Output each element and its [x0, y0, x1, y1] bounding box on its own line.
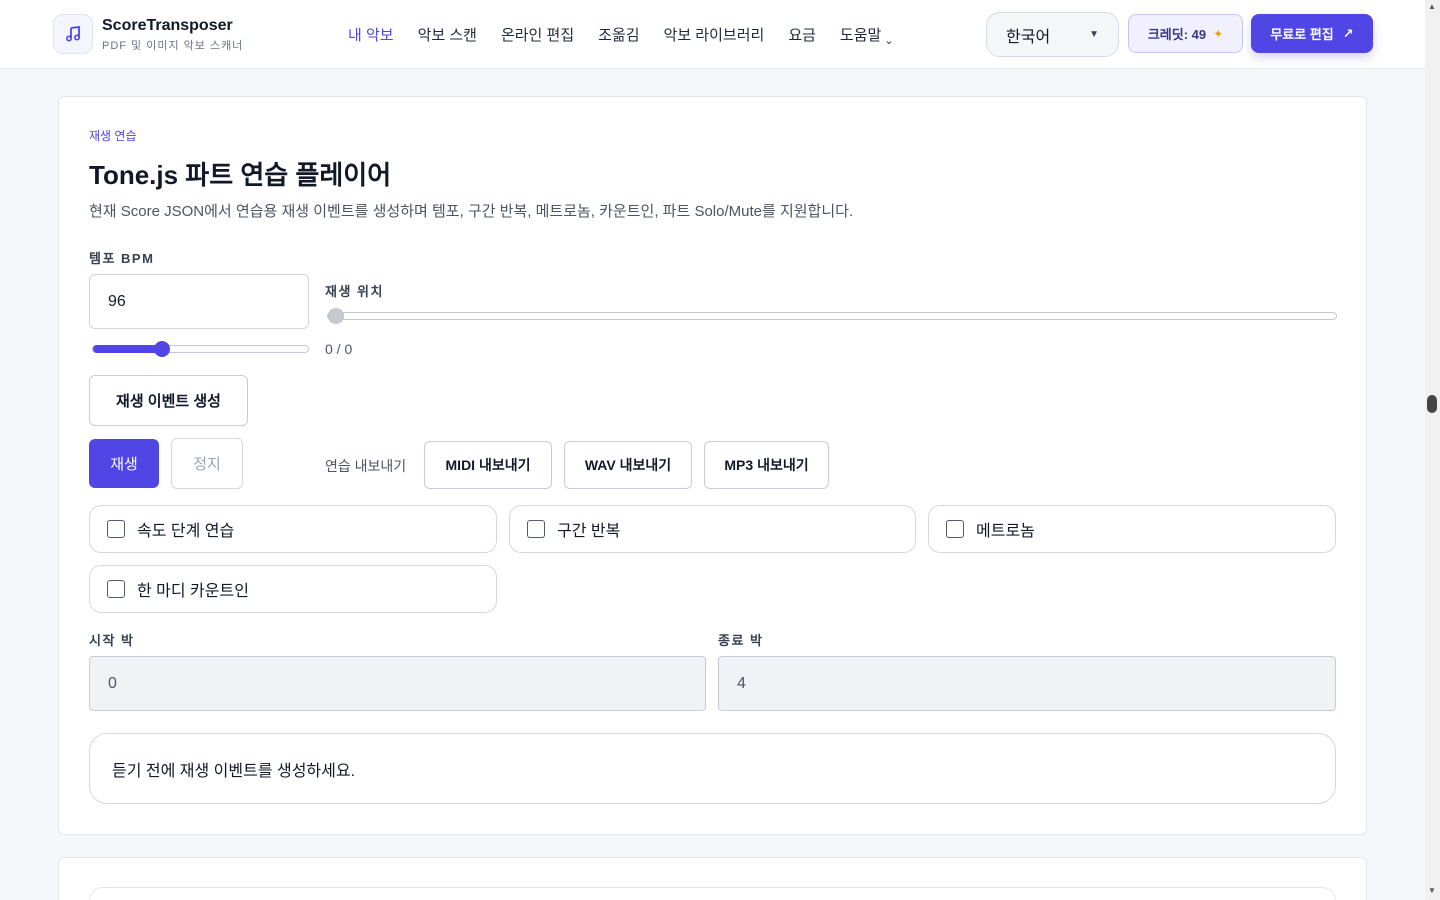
nav-scan[interactable]: 악보 스캔 [418, 24, 477, 45]
nav-help[interactable]: 도움말 ⌄ [839, 24, 894, 47]
start-beat-input[interactable]: 0 [89, 656, 706, 711]
export-label: 연습 내보내기 [325, 458, 407, 474]
count-in-checkbox[interactable] [107, 580, 125, 598]
section-title: Tone.js 파트 연습 플레이어 [89, 160, 392, 190]
play-button[interactable]: 재생 [89, 439, 159, 488]
start-beat-label: 시작 박 [89, 633, 135, 648]
position-slider[interactable] [327, 308, 1337, 324]
scroll-down-arrow-icon[interactable]: ▼ [1428, 886, 1436, 895]
tempo-label: 템포 BPM [89, 251, 155, 266]
tempo-input[interactable]: 96 [89, 274, 309, 329]
nav-help-label: 도움말 [839, 27, 882, 44]
sparkle-icon: ✦ [1213, 26, 1224, 41]
tempo-slider-fill [93, 345, 163, 353]
language-value: 한국어 [1006, 28, 1051, 46]
brand-tagline: PDF 및 이미지 악보 스캐너 [102, 40, 244, 52]
logo-icon[interactable] [53, 14, 93, 54]
credits-label: 크레딧: 49 [1147, 27, 1207, 42]
stop-button[interactable]: 정지 [171, 438, 243, 489]
scrollbar-thumb[interactable] [1427, 395, 1437, 413]
loop-label: 구간 반복 [557, 523, 621, 540]
export-mp3-button[interactable]: MP3 내보내기 [704, 441, 829, 489]
section-eyebrow: 재생 연습 [89, 129, 137, 143]
nav-transpose[interactable]: 조옮김 [598, 24, 639, 45]
position-slider-thumb[interactable] [328, 308, 344, 324]
chevron-down-icon: ⌄ [884, 35, 894, 47]
export-wav-button[interactable]: WAV 내보내기 [564, 441, 692, 489]
credits-button[interactable]: 크레딧: 49 ✦ [1128, 14, 1243, 53]
chevron-down-icon: ▼ [1089, 29, 1099, 40]
status-message: 듣기 전에 재생 이벤트를 생성하세요. [89, 733, 1336, 804]
tempo-slider[interactable] [92, 341, 309, 357]
speed-steps-label: 속도 단계 연습 [137, 523, 235, 540]
free-edit-label: 무료로 편집 [1270, 27, 1334, 42]
position-counter: 0 / 0 [325, 341, 353, 357]
option-count-in[interactable]: 한 마디 카운트인 [89, 565, 497, 613]
next-section-inner [89, 887, 1336, 900]
music-note-icon [65, 25, 81, 42]
end-beat-label: 종료 박 [718, 633, 764, 648]
speed-steps-checkbox[interactable] [107, 520, 125, 538]
option-speed-steps[interactable]: 속도 단계 연습 [89, 505, 497, 553]
free-edit-button[interactable]: 무료로 편집 ↗ [1251, 14, 1373, 53]
option-metronome[interactable]: 메트로놈 [928, 505, 1336, 553]
count-in-label: 한 마디 카운트인 [137, 583, 249, 600]
generate-events-button[interactable]: 재생 이벤트 생성 [89, 375, 248, 426]
metronome-checkbox[interactable] [946, 520, 964, 538]
option-loop[interactable]: 구간 반복 [509, 505, 916, 553]
end-beat-input[interactable]: 4 [718, 656, 1336, 711]
position-label: 재생 위치 [325, 284, 384, 299]
language-select[interactable]: 한국어 ▼ [986, 12, 1119, 57]
page-scrollbar[interactable] [1425, 0, 1440, 900]
metronome-label: 메트로놈 [976, 523, 1035, 540]
scroll-up-arrow-icon[interactable]: ▲ [1428, 2, 1436, 11]
section-description: 현재 Score JSON에서 연습용 재생 이벤트를 생성하며 템포, 구간 … [89, 203, 854, 220]
brand-name[interactable]: ScoreTransposer [102, 17, 233, 35]
nav-library[interactable]: 악보 라이브러리 [664, 24, 765, 45]
external-arrow-icon: ↗ [1342, 25, 1354, 41]
top-header: ScoreTransposer PDF 및 이미지 악보 스캐너 내 악보 악보… [0, 0, 1425, 69]
loop-checkbox[interactable] [527, 520, 545, 538]
main-nav: 내 악보 악보 스캔 온라인 편집 조옮김 악보 라이브러리 요금 도움말 ⌄ [348, 24, 894, 47]
export-midi-button[interactable]: MIDI 내보내기 [424, 441, 552, 489]
nav-my-scores[interactable]: 내 악보 [348, 24, 394, 45]
nav-pricing[interactable]: 요금 [788, 24, 816, 45]
nav-online-edit[interactable]: 온라인 편집 [501, 24, 574, 45]
